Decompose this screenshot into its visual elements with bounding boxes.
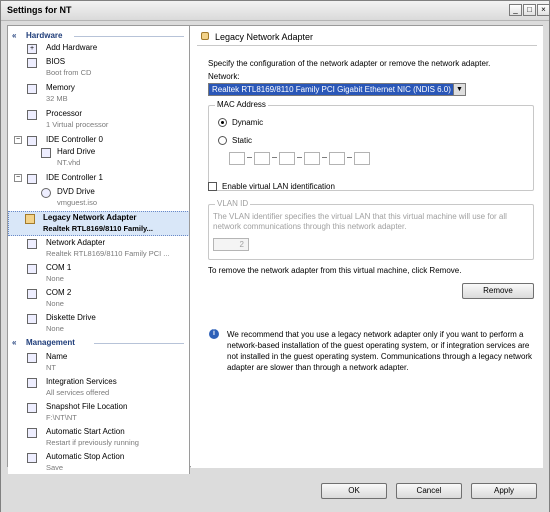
ide-controller-icon [27, 136, 37, 146]
hard-drive-icon [41, 148, 51, 158]
sidebar-item-integration-services[interactable]: Integration Services All services offere… [8, 376, 189, 400]
mac-octet-4[interactable] [304, 152, 320, 165]
mac-address-title: MAC Address [215, 100, 268, 109]
collapse-chevron-icon: « [12, 31, 17, 40]
info-icon: i [209, 329, 219, 339]
section-divider [94, 343, 184, 344]
sidebar-item-automatic-start-action[interactable]: Automatic Start Action Restart if previo… [8, 426, 189, 450]
mac-octet-3[interactable] [279, 152, 295, 165]
mac-octet-6[interactable] [354, 152, 370, 165]
collapse-chevron-icon: « [12, 338, 17, 347]
collapse-icon[interactable]: − [14, 174, 22, 182]
legacy-network-adapter-icon [201, 32, 209, 40]
management-section-header[interactable]: « Management [8, 337, 189, 349]
sidebar-item-processor[interactable]: Processor 1 Virtual processor [8, 108, 189, 132]
legacy-adapter-info: We recommend that you use a legacy netwo… [227, 330, 533, 372]
settings-window: Settings for NT _ □ × « Hardware + Add H… [0, 0, 550, 512]
dvd-drive-icon [41, 188, 51, 198]
sidebar-item-dvd-drive[interactable]: DVD Drive vmguest.iso [8, 186, 189, 210]
settings-sidebar: « Hardware + Add Hardware BIOS Boot from… [8, 26, 190, 474]
com-port-icon [27, 264, 37, 274]
dialog-footer: OK Cancel Apply [1, 475, 549, 512]
network-select-value: Realtek RTL8169/8110 Family PCI Gigabit … [212, 85, 451, 94]
ide-controller-icon [27, 174, 37, 184]
maximize-button[interactable]: □ [523, 4, 536, 16]
network-select[interactable]: Realtek RTL8169/8110 Family PCI Gigabit … [208, 83, 466, 96]
automatic-stop-icon [27, 453, 37, 463]
remove-instructions: To remove the network adapter from this … [208, 266, 462, 275]
mac-octet-1[interactable] [229, 152, 245, 165]
static-radio[interactable] [218, 136, 227, 145]
collapse-icon[interactable]: − [14, 136, 22, 144]
vlan-id-title: VLAN ID [215, 199, 251, 208]
panel-description: Specify the configuration of the network… [208, 59, 491, 68]
dynamic-radio[interactable] [218, 118, 227, 127]
mac-separator [297, 157, 302, 158]
mac-separator [347, 157, 352, 158]
integration-services-icon [27, 378, 37, 388]
sidebar-item-network-adapter[interactable]: Network Adapter Realtek RTL8169/8110 Fam… [8, 237, 189, 261]
title-bar: Settings for NT _ □ × [1, 1, 550, 21]
mac-separator [272, 157, 277, 158]
vlan-id-input[interactable]: 2 [213, 238, 249, 251]
section-divider [74, 36, 184, 37]
sidebar-item-com1[interactable]: COM 1 None [8, 262, 189, 286]
sidebar-item-com2[interactable]: COM 2 None [8, 287, 189, 311]
add-hardware-icon: + [27, 44, 37, 54]
panel-header: Legacy Network Adapter [197, 30, 537, 46]
dynamic-radio-label: Dynamic [232, 118, 264, 127]
network-label: Network: [208, 72, 240, 81]
window-title: Settings for NT [7, 5, 72, 15]
automatic-start-icon [27, 428, 37, 438]
mac-octet-2[interactable] [254, 152, 270, 165]
legacy-network-adapter-icon [25, 214, 35, 224]
settings-client: « Hardware + Add Hardware BIOS Boot from… [7, 25, 543, 474]
apply-button[interactable]: Apply [471, 483, 537, 499]
mac-octet-5[interactable] [329, 152, 345, 165]
sidebar-item-automatic-stop-action[interactable]: Automatic Stop Action Save [8, 451, 189, 474]
sidebar-item-memory[interactable]: Memory 32 MB [8, 82, 189, 106]
network-adapter-icon [27, 239, 37, 249]
sidebar-item-name[interactable]: Name NT [8, 351, 189, 375]
mac-separator [322, 157, 327, 158]
name-icon [27, 353, 37, 363]
com-port-icon [27, 289, 37, 299]
minimize-button[interactable]: _ [509, 4, 522, 16]
processor-icon [27, 110, 37, 120]
static-radio-label: Static [232, 136, 253, 145]
bios-icon [27, 58, 37, 68]
hardware-section-header[interactable]: « Hardware [8, 30, 189, 42]
chevron-down-icon[interactable]: ▼ [453, 84, 465, 95]
sidebar-item-diskette-drive[interactable]: Diskette Drive None [8, 312, 189, 336]
snapshot-icon [27, 403, 37, 413]
sidebar-item-snapshot-file-location[interactable]: Snapshot File Location F:\NT\NT [8, 401, 189, 425]
cancel-button[interactable]: Cancel [396, 483, 462, 499]
close-button[interactable]: × [537, 4, 550, 16]
enable-vlan-checkbox[interactable] [208, 182, 217, 191]
memory-icon [27, 84, 37, 94]
sidebar-item-bios[interactable]: BIOS Boot from CD [8, 56, 189, 80]
ok-button[interactable]: OK [321, 483, 387, 499]
details-panel: Legacy Network Adapter Specify the confi… [191, 26, 543, 468]
vlan-description: The VLAN identifier specifies the virtua… [213, 212, 507, 231]
mac-separator [247, 157, 252, 158]
remove-button[interactable]: Remove [462, 283, 534, 299]
enable-vlan-label: Enable virtual LAN identification [222, 182, 335, 191]
sidebar-item-legacy-network-adapter[interactable]: Legacy Network Adapter Realtek RTL8169/8… [8, 211, 189, 236]
diskette-drive-icon [27, 314, 37, 324]
sidebar-item-hard-drive[interactable]: Hard Drive NT.vhd [8, 146, 189, 170]
